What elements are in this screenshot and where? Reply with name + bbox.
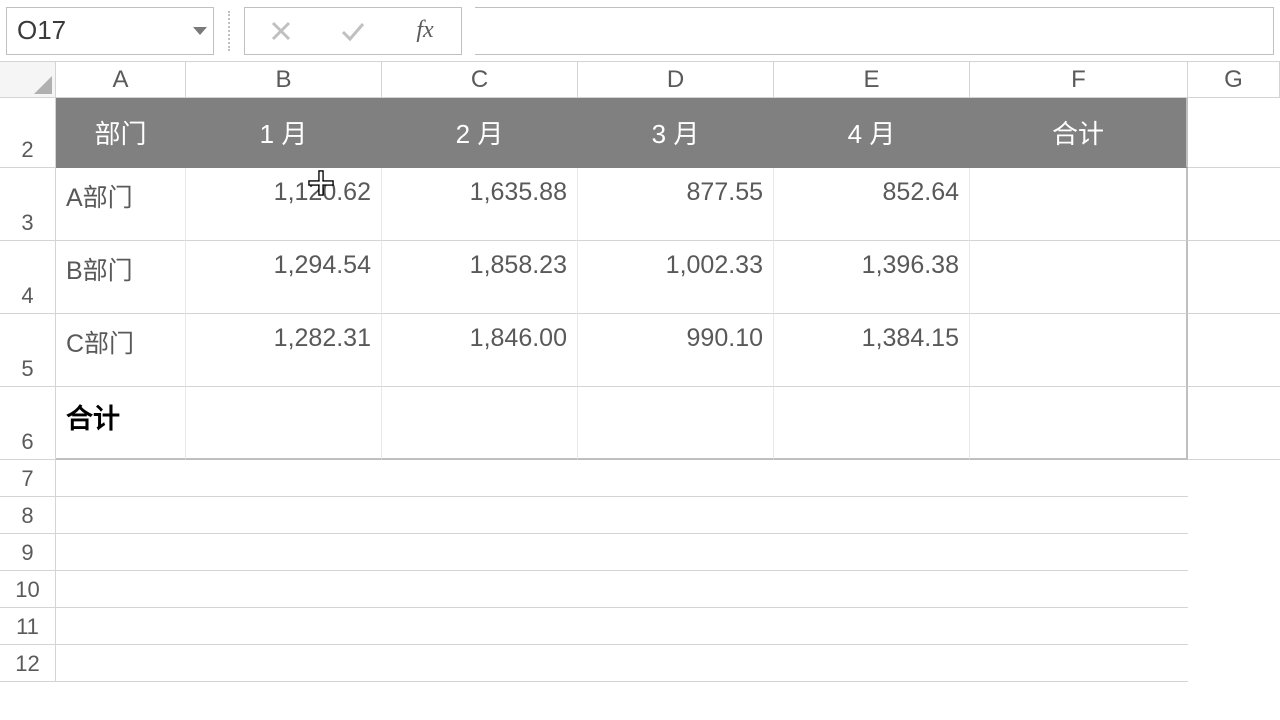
- cell-B2[interactable]: 1 月: [186, 98, 382, 168]
- cell-F4[interactable]: [970, 241, 1188, 314]
- cell-F5[interactable]: [970, 314, 1188, 387]
- fx-label: fx: [416, 17, 433, 44]
- name-box[interactable]: O17: [6, 7, 214, 55]
- table-row: 9: [0, 534, 1280, 571]
- cell-E2[interactable]: 4 月: [774, 98, 970, 168]
- cell-E4[interactable]: 1,396.38: [774, 241, 970, 314]
- cell-A2[interactable]: 部门: [56, 98, 186, 168]
- row-header-5[interactable]: 5: [0, 314, 56, 387]
- cancel-button[interactable]: [245, 8, 317, 54]
- cell-F2[interactable]: 合计: [970, 98, 1188, 168]
- cell-G2[interactable]: [1188, 98, 1280, 168]
- cell-D4[interactable]: 1,002.33: [578, 241, 774, 314]
- cell-row7[interactable]: [56, 460, 1188, 497]
- col-header-A[interactable]: A: [56, 62, 186, 98]
- name-box-value: O17: [17, 15, 66, 46]
- x-icon: [270, 20, 292, 42]
- cell-D2[interactable]: 3 月: [578, 98, 774, 168]
- col-header-F[interactable]: F: [970, 62, 1188, 98]
- row-header-9[interactable]: 9: [0, 534, 56, 571]
- cell-E6[interactable]: [774, 387, 970, 460]
- row-header-7[interactable]: 7: [0, 460, 56, 497]
- check-icon: [340, 20, 366, 42]
- row-header-10[interactable]: 10: [0, 571, 56, 608]
- cell-row12[interactable]: [56, 645, 1188, 682]
- table-row: 7: [0, 460, 1280, 497]
- cell-F6[interactable]: [970, 387, 1188, 460]
- cell-A5[interactable]: C部门: [56, 314, 186, 387]
- cell-B4[interactable]: 1,294.54: [186, 241, 382, 314]
- cell-C2[interactable]: 2 月: [382, 98, 578, 168]
- row-header-6[interactable]: 6: [0, 387, 56, 460]
- cell-G3[interactable]: [1188, 168, 1280, 241]
- cell-D6[interactable]: [578, 387, 774, 460]
- row-header-12[interactable]: 12: [0, 645, 56, 682]
- cell-E5[interactable]: 1,384.15: [774, 314, 970, 387]
- enter-button[interactable]: [317, 8, 389, 54]
- table-row: 4 B部门 1,294.54 1,858.23 1,002.33 1,396.3…: [0, 241, 1280, 314]
- cell-A6[interactable]: 合计: [56, 387, 186, 460]
- col-header-B[interactable]: B: [186, 62, 382, 98]
- row-header-2[interactable]: 2: [0, 98, 56, 168]
- table-row: 12: [0, 645, 1280, 682]
- cell-D5[interactable]: 990.10: [578, 314, 774, 387]
- insert-function-button[interactable]: fx: [389, 8, 461, 54]
- col-header-G[interactable]: G: [1188, 62, 1280, 98]
- cell-A4[interactable]: B部门: [56, 241, 186, 314]
- cell-B3[interactable]: 1,120.62: [186, 168, 382, 241]
- cell-C6[interactable]: [382, 387, 578, 460]
- formula-buttons: fx: [244, 7, 462, 55]
- row-header-8[interactable]: 8: [0, 497, 56, 534]
- separator: [228, 11, 230, 51]
- cell-A3[interactable]: A部门: [56, 168, 186, 241]
- row-header-4[interactable]: 4: [0, 241, 56, 314]
- cell-row9[interactable]: [56, 534, 1188, 571]
- cell-B5[interactable]: 1,282.31: [186, 314, 382, 387]
- row-header-3[interactable]: 3: [0, 168, 56, 241]
- column-headers: A B C D E F G: [0, 62, 1280, 98]
- cell-row11[interactable]: [56, 608, 1188, 645]
- cell-C5[interactable]: 1,846.00: [382, 314, 578, 387]
- cell-G6[interactable]: [1188, 387, 1280, 460]
- cell-B6[interactable]: [186, 387, 382, 460]
- dropdown-icon[interactable]: [193, 27, 207, 35]
- col-header-C[interactable]: C: [382, 62, 578, 98]
- cell-row8[interactable]: [56, 497, 1188, 534]
- table-row: 3 A部门 1,120.62 1,635.88 877.55 852.64: [0, 168, 1280, 241]
- table-row: 10: [0, 571, 1280, 608]
- table-row: 6 合计: [0, 387, 1280, 460]
- table-row: 5 C部门 1,282.31 1,846.00 990.10 1,384.15: [0, 314, 1280, 387]
- cell-G4[interactable]: [1188, 241, 1280, 314]
- cell-row10[interactable]: [56, 571, 1188, 608]
- spreadsheet-grid: A B C D E F G 2 部门 1 月 2 月 3 月 4 月 合计 3 …: [0, 62, 1280, 682]
- row-header-11[interactable]: 11: [0, 608, 56, 645]
- table-row: 2 部门 1 月 2 月 3 月 4 月 合计: [0, 98, 1280, 168]
- select-all-corner[interactable]: [0, 62, 56, 98]
- cell-G5[interactable]: [1188, 314, 1280, 387]
- col-header-E[interactable]: E: [774, 62, 970, 98]
- cell-D3[interactable]: 877.55: [578, 168, 774, 241]
- table-row: 11: [0, 608, 1280, 645]
- formula-bar: O17 fx: [0, 0, 1280, 62]
- cell-C3[interactable]: 1,635.88: [382, 168, 578, 241]
- cell-E3[interactable]: 852.64: [774, 168, 970, 241]
- table-row: 8: [0, 497, 1280, 534]
- cell-C4[interactable]: 1,858.23: [382, 241, 578, 314]
- cell-F3[interactable]: [970, 168, 1188, 241]
- col-header-D[interactable]: D: [578, 62, 774, 98]
- formula-input[interactable]: [475, 7, 1274, 55]
